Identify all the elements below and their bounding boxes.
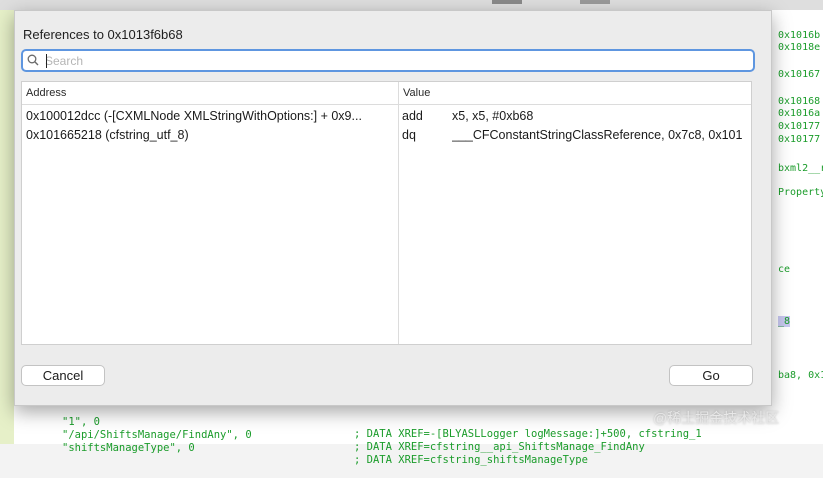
row-operands: x5, x5, #0xb68 <box>452 109 534 123</box>
text-caret <box>46 54 47 68</box>
go-button[interactable]: Go <box>669 365 753 386</box>
toolbar-segment[interactable] <box>580 0 610 4</box>
code-line: 0x10168 <box>778 96 821 107</box>
code-line: 0x10177 <box>778 121 821 132</box>
toolbar-segment[interactable] <box>492 0 522 4</box>
code-line-selected[interactable]: _8 <box>778 316 791 327</box>
row-address: 0x101665218 (cfstring_utf_8) <box>26 128 189 142</box>
code-line: 0x10167 <box>778 69 821 80</box>
column-header-address[interactable]: Address <box>26 87 66 99</box>
code-line: ce <box>778 264 791 275</box>
watermark-text: @稀土掘金技术社区 <box>653 410 780 426</box>
editor-gutter <box>0 10 14 444</box>
code-line: Property <box>778 187 823 198</box>
references-dialog: References to 0x1013f6b68 Address Value … <box>14 10 772 406</box>
search-icon <box>27 54 39 66</box>
search-input[interactable] <box>45 52 745 70</box>
search-field[interactable] <box>21 49 755 72</box>
code-line: 0x1016b <box>778 30 821 41</box>
cancel-button[interactable]: Cancel <box>21 365 105 386</box>
code-right-column: 0x1016b 0x1018e 0x10167 0x10168 0x1016a … <box>770 30 823 410</box>
code-line: 0x1016a <box>778 108 821 119</box>
row-operands: ___CFConstantStringClassReference, 0x7c8… <box>452 128 743 142</box>
window-toolbar-strip <box>0 0 823 10</box>
row-mnemonic: dq <box>402 128 416 142</box>
references-table: Address Value 0x100012dcc (-[CXMLNode XM… <box>21 81 752 345</box>
row-mnemonic: add <box>402 109 423 123</box>
row-address: 0x100012dcc (-[CXMLNode XMLStringWithOpt… <box>26 109 362 123</box>
table-row[interactable]: 0x101665218 (cfstring_utf_8) dq ___CFCon… <box>22 126 751 145</box>
column-header-value[interactable]: Value <box>403 87 430 99</box>
code-comment: ; DATA XREF=cfstring_shiftsManageType <box>354 454 588 466</box>
table-header: Address Value <box>22 82 751 105</box>
dialog-title: References to 0x1013f6b68 <box>23 27 183 42</box>
code-line: bxml2__r <box>778 163 823 174</box>
code-line: "shiftsManageType", 0 ; DATA XREF=cfstri… <box>0 430 823 466</box>
code-line: 0x1018e <box>778 42 821 53</box>
code-line: ba8, 0x1 <box>778 370 823 381</box>
code-line: 0x10177 <box>778 134 821 145</box>
table-row[interactable]: 0x100012dcc (-[CXMLNode XMLStringWithOpt… <box>22 107 751 126</box>
